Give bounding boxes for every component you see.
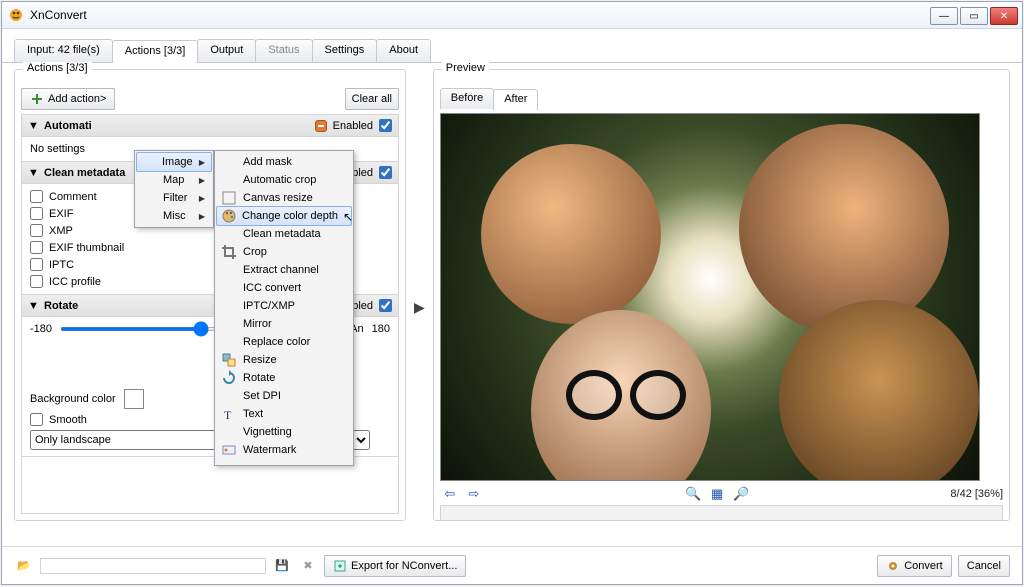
rotate-max: 180 (372, 323, 390, 335)
submenu-set-dpi[interactable]: Set DPI (217, 387, 351, 405)
remove-action-icon[interactable] (315, 120, 327, 132)
bottom-bar: 📂 💾 ✖ Export for NConvert... Convert Can… (2, 546, 1022, 584)
zoom-out-button[interactable]: 🔎 (731, 485, 751, 503)
rotate-icon (221, 370, 237, 386)
submenu-mirror[interactable]: Mirror (217, 315, 351, 333)
chevron-down-icon: ▼ (28, 120, 38, 132)
tab-status[interactable]: Status (255, 39, 312, 62)
tab-actions[interactable]: Actions [3/3] (112, 40, 199, 63)
chevron-down-icon: ▼ (28, 167, 38, 179)
canvas-icon (221, 190, 237, 206)
titlebar: XnConvert — ▭ ✕ (2, 2, 1022, 29)
enabled-label: Enabled (333, 120, 373, 132)
gear-icon (886, 559, 900, 573)
tab-settings[interactable]: Settings (312, 39, 378, 62)
prev-image-button[interactable]: ⇦ (440, 485, 460, 503)
watermark-icon (221, 442, 237, 458)
submenu-icc-convert[interactable]: ICC convert (217, 279, 351, 297)
enabled-checkbox-automatic[interactable] (379, 119, 392, 132)
preview-image (440, 113, 980, 481)
open-folder-icon[interactable]: 📂 (14, 556, 34, 576)
tab-after[interactable]: After (493, 89, 538, 110)
submenu-vignetting[interactable]: Vignetting (217, 423, 351, 441)
cancel-button[interactable]: Cancel (958, 555, 1010, 577)
main-tabstrip: Input: 42 file(s) Actions [3/3] Output S… (2, 29, 1022, 63)
bg-color-label: Background color (30, 393, 116, 405)
text-icon: T (221, 406, 237, 422)
tab-output[interactable]: Output (197, 39, 256, 62)
maximize-button[interactable]: ▭ (960, 7, 988, 25)
crop-icon (221, 244, 237, 260)
svg-text:T: T (224, 408, 232, 422)
tab-about[interactable]: About (376, 39, 431, 62)
tab-before[interactable]: Before (440, 88, 494, 109)
submenu-rotate[interactable]: Rotate (217, 369, 351, 387)
window-title: XnConvert (30, 8, 924, 22)
export-icon (333, 559, 347, 573)
clear-all-button[interactable]: Clear all (345, 88, 399, 110)
add-action-menu: Image Map Filter Misc (134, 150, 214, 228)
submenu-iptc-xmp[interactable]: IPTC/XMP (217, 297, 351, 315)
rotate-min: -180 (30, 323, 52, 335)
export-label: Export for NConvert... (351, 560, 457, 572)
mask-icon (221, 154, 237, 170)
next-image-button[interactable]: ⇨ (464, 485, 484, 503)
divider-arrow-icon[interactable]: ▶ (412, 299, 427, 316)
convert-button[interactable]: Convert (877, 555, 952, 577)
fit-button[interactable]: ▦ (707, 485, 727, 503)
submenu-automatic-crop[interactable]: Automatic crop (217, 171, 351, 189)
actions-legend: Actions [3/3] (23, 62, 92, 74)
preview-legend: Preview (442, 62, 489, 74)
minimize-button[interactable]: — (930, 7, 958, 25)
preview-scrollbar[interactable] (440, 505, 1003, 521)
preview-face-2 (739, 124, 949, 334)
zoom-in-button[interactable]: 🔍 (683, 485, 703, 503)
add-action-button[interactable]: Add action> (21, 88, 115, 110)
action-title-automatic: Automati (44, 120, 309, 132)
preview-face-1 (481, 144, 661, 324)
delete-icon[interactable]: ✖ (298, 556, 318, 576)
tab-input[interactable]: Input: 42 file(s) (14, 39, 113, 62)
convert-label: Convert (904, 560, 943, 572)
action-header-automatic[interactable]: ▼ Automati Enabled (22, 115, 398, 137)
submenu-add-mask[interactable]: Add mask (217, 153, 351, 171)
preview-face-4 (779, 300, 979, 481)
submenu-resize[interactable]: Resize (217, 351, 351, 369)
preview-glasses (566, 370, 686, 420)
cursor-icon: ↖ (343, 210, 353, 224)
menu-filter[interactable]: Filter (137, 189, 211, 207)
submenu-clean-metadata[interactable]: Clean metadata (217, 225, 351, 243)
image-submenu: Add mask Automatic crop Canvas resize Ch… (214, 150, 354, 466)
plus-icon (30, 92, 44, 106)
app-logo-icon (8, 7, 24, 23)
submenu-text[interactable]: TText (217, 405, 351, 423)
enabled-checkbox-rotate[interactable] (379, 299, 392, 312)
submenu-crop[interactable]: Crop (217, 243, 351, 261)
submenu-change-color-depth[interactable]: Change color depth↖ (216, 206, 352, 226)
preview-counter: 8/42 [36%] (950, 488, 1003, 500)
bg-color-swatch[interactable] (124, 389, 144, 409)
palette-icon (221, 208, 237, 224)
progress-bar (40, 558, 266, 574)
enabled-checkbox-clean[interactable] (379, 166, 392, 179)
submenu-replace-color[interactable]: Replace color (217, 333, 351, 351)
save-icon[interactable]: 💾 (272, 556, 292, 576)
close-button[interactable]: ✕ (990, 7, 1018, 25)
chevron-down-icon: ▼ (28, 300, 38, 312)
menu-image[interactable]: Image (136, 152, 212, 172)
submenu-watermark[interactable]: Watermark (217, 441, 351, 459)
add-action-label: Add action> (48, 93, 106, 105)
preview-groupbox: Preview Before After ⇦ ⇨ 🔍 (433, 69, 1010, 521)
resize-icon (221, 352, 237, 368)
menu-misc[interactable]: Misc (137, 207, 211, 225)
export-nconvert-button[interactable]: Export for NConvert... (324, 555, 466, 577)
menu-map[interactable]: Map (137, 171, 211, 189)
submenu-canvas-resize[interactable]: Canvas resize (217, 189, 351, 207)
submenu-extract-channel[interactable]: Extract channel (217, 261, 351, 279)
